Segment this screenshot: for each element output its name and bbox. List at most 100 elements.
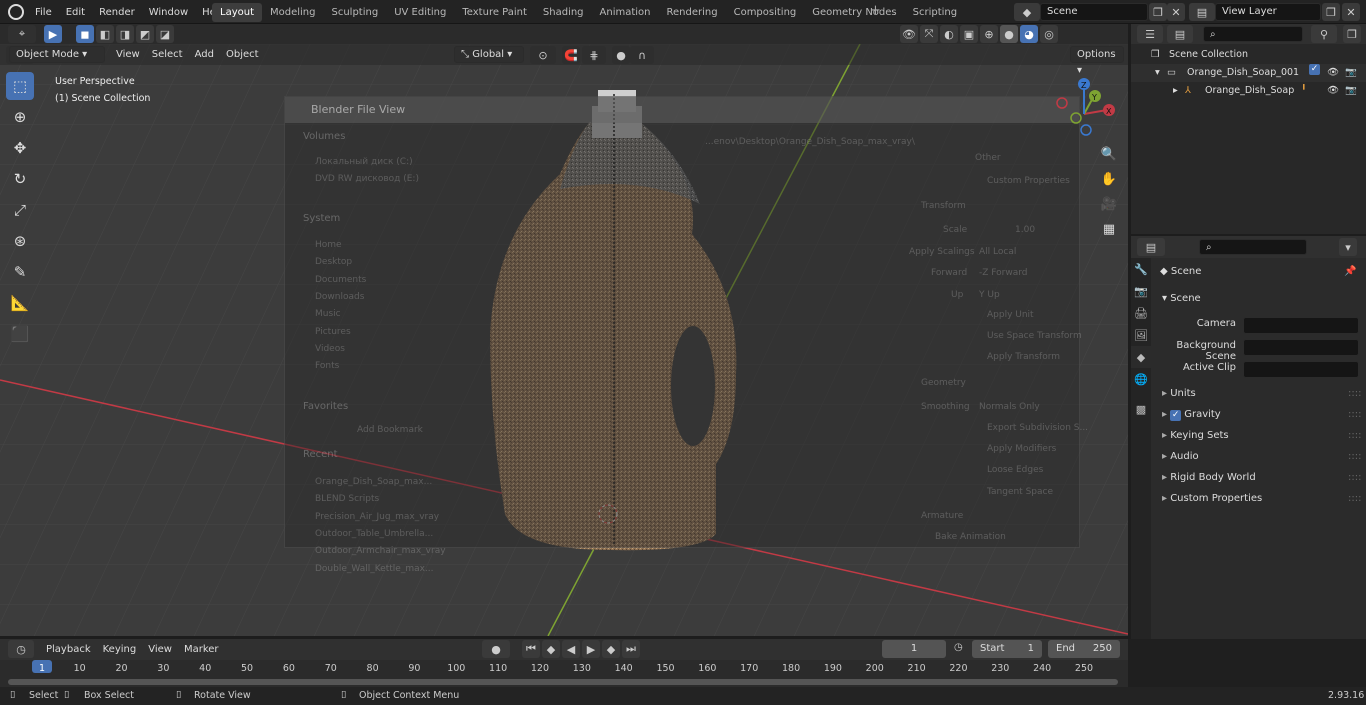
new-view-layer-icon[interactable]: ❐ (1322, 3, 1340, 21)
gizmos-icon[interactable]: ⤧ (920, 25, 938, 43)
timeline-menu-playback[interactable]: Playback (40, 644, 97, 655)
volume-item[interactable]: Локальный диск (C:) (315, 157, 413, 167)
properties-editor-icon[interactable]: ▤ (1137, 238, 1165, 256)
add-bookmark-button[interactable]: Add Bookmark (357, 425, 423, 435)
viewport-menu-select[interactable]: Select (146, 49, 189, 60)
proportional-edit-icon[interactable]: ● (612, 46, 630, 64)
blender-logo-icon[interactable] (8, 4, 24, 20)
navigation-gizmo[interactable]: X Y Z (1050, 74, 1120, 144)
gravity-checkbox[interactable]: ✓ (1170, 410, 1182, 421)
tab-scripting[interactable]: Scripting (905, 3, 965, 22)
delete-scene-icon[interactable]: ✕ (1167, 3, 1185, 21)
select-new-icon[interactable]: ◼ (76, 25, 94, 43)
delete-view-layer-icon[interactable]: ✕ (1342, 3, 1360, 21)
drag-handle-icon[interactable]: :::: (1348, 472, 1361, 483)
cursor-icon[interactable]: ⊕ (6, 103, 34, 131)
system-item[interactable]: Home (315, 240, 342, 250)
add-workspace-icon[interactable]: + (870, 4, 884, 18)
viewport-menu-view[interactable]: View (110, 49, 146, 60)
xray-icon[interactable]: ▣ (960, 25, 978, 43)
drag-handle-icon[interactable]: :::: (1348, 409, 1361, 420)
annotate-icon[interactable]: ✎ (6, 258, 34, 286)
outliner-row-scene-collection[interactable]: ❒ Scene Collection (1131, 46, 1366, 64)
tab-animation[interactable]: Animation (592, 3, 659, 22)
outliner-row-object[interactable]: ▸ ⅄ Orange_Dish_Soap ╹ 👁 📷 (1131, 82, 1366, 100)
eye-icon[interactable]: 👁 (1327, 64, 1339, 82)
menu-file[interactable]: File (28, 7, 59, 18)
editor-type-icon-2[interactable]: ⌖ (8, 25, 36, 43)
tab-compositing[interactable]: Compositing (726, 3, 805, 22)
recent-item[interactable]: Double_Wall_Kettle_max... (315, 564, 434, 574)
select-intersect-icon[interactable]: ◪ (156, 25, 174, 43)
auto-key-icon[interactable]: ● (482, 640, 510, 658)
measure-icon[interactable]: 📐 (6, 289, 34, 317)
display-mode-icon[interactable]: ▤ (1167, 25, 1193, 43)
rendered-shading-icon[interactable]: ◎ (1040, 25, 1058, 43)
new-scene-icon[interactable]: ❐ (1149, 3, 1167, 21)
recent-item[interactable]: Precision_Air_Jug_max_vray (315, 512, 439, 522)
next-keyframe-icon[interactable]: ◆ (602, 640, 620, 658)
output-tab-icon[interactable]: 🖨 (1131, 302, 1151, 324)
timeline-menu-view[interactable]: View (142, 644, 178, 655)
drag-handle-icon[interactable]: :::: (1348, 451, 1361, 462)
camera-icon-2[interactable]: 📷 (1345, 82, 1357, 100)
filter-icon[interactable]: ⚲ (1311, 25, 1337, 43)
system-item[interactable]: Music (315, 309, 341, 319)
scene-browse-icon[interactable]: ◆ (1014, 3, 1040, 21)
world-tab-icon[interactable]: 🌐 (1131, 368, 1151, 390)
outliner-search[interactable]: ⌕ (1203, 26, 1303, 42)
camera-view-icon[interactable]: 🎥 (1098, 193, 1120, 215)
select-invert-icon[interactable]: ◩ (136, 25, 154, 43)
pin-icon[interactable]: 📌 (1344, 266, 1356, 277)
snap-icon[interactable]: 🧲 (562, 46, 580, 64)
select-extend-icon[interactable]: ◧ (96, 25, 114, 43)
panel-custom-properties[interactable]: ▸ Custom Properties:::: (1162, 493, 1361, 504)
outliner-row-collection[interactable]: ▾ ▭ Orange_Dish_Soap_001 ✓ 👁 📷 (1131, 64, 1366, 82)
start-frame-field[interactable]: Start 1 (972, 640, 1042, 658)
overlays-icon[interactable]: ◐ (940, 25, 958, 43)
3d-viewport[interactable]: Blender File View Volumes Локальный диск… (0, 44, 1128, 636)
add-cube-icon[interactable]: ⬛ (6, 320, 34, 348)
system-item[interactable]: Videos (315, 344, 345, 354)
scene-panel-header[interactable]: ▾ Scene (1162, 293, 1201, 304)
tab-geometry-nodes[interactable]: Geometry Nodes (804, 3, 904, 22)
field-active-clip[interactable] (1243, 361, 1359, 378)
recent-item[interactable]: BLEND Scripts (315, 494, 379, 504)
timeline-menu-marker[interactable]: Marker (178, 644, 225, 655)
pan-hand-icon[interactable]: ✋ (1098, 168, 1120, 190)
file-path-field[interactable]: ...enov\Desktop\Orange_Dish_Soap_max_vra… (705, 137, 915, 147)
rotate-icon[interactable]: ↻ (6, 165, 34, 193)
panel-rigid-body-world[interactable]: ▸ Rigid Body World:::: (1162, 472, 1361, 483)
options-dropdown[interactable]: Options ▾ (1070, 46, 1124, 76)
view-layer-browse-icon[interactable]: ▤ (1189, 3, 1215, 21)
transform-icon[interactable]: ⊛ (6, 227, 34, 255)
end-frame-field[interactable]: End 250 (1048, 640, 1120, 658)
jump-start-icon[interactable]: ⏮ (522, 640, 540, 658)
recent-item[interactable]: Outdoor_Table_Umbrella... (315, 529, 433, 539)
prev-keyframe-icon[interactable]: ◆ (542, 640, 560, 658)
jump-end-icon[interactable]: ⏭ (622, 640, 640, 658)
system-item[interactable]: Desktop (315, 257, 352, 267)
volume-item[interactable]: DVD RW дисковод (E:) (315, 174, 419, 184)
view-layer-tab-icon[interactable]: 🖼 (1131, 324, 1151, 346)
panel-gravity[interactable]: ▸ ✓ Gravity:::: (1162, 409, 1361, 421)
tab-modeling[interactable]: Modeling (262, 3, 324, 22)
drag-handle-icon[interactable]: :::: (1348, 493, 1361, 504)
scene-tab-icon[interactable]: ◆ (1131, 346, 1151, 368)
timeline-menu-keying[interactable]: Keying (97, 644, 143, 655)
exclude-checkbox[interactable]: ✓ (1309, 64, 1320, 75)
ortho-grid-icon[interactable]: ▦ (1098, 218, 1120, 240)
eye-icon-2[interactable]: 👁 (1327, 82, 1339, 100)
menu-window[interactable]: Window (142, 7, 195, 18)
camera-icon[interactable]: 📷 (1345, 64, 1357, 82)
orientation-selector[interactable]: ⤡ Global ▾ (454, 46, 524, 63)
timeline-scrollbar[interactable] (8, 679, 1118, 685)
recent-item[interactable]: Outdoor_Armchair_max_vray (315, 546, 446, 556)
visibility-icon[interactable]: 👁 (900, 25, 918, 43)
render-tab-icon[interactable]: 📷 (1131, 280, 1151, 302)
panel-keying-sets[interactable]: ▸ Keying Sets:::: (1162, 430, 1361, 441)
drag-handle-icon[interactable]: :::: (1348, 430, 1361, 441)
menu-edit[interactable]: Edit (59, 7, 92, 18)
scene-name-field[interactable]: Scene (1040, 3, 1148, 21)
tab-uv-editing[interactable]: UV Editing (386, 3, 454, 22)
